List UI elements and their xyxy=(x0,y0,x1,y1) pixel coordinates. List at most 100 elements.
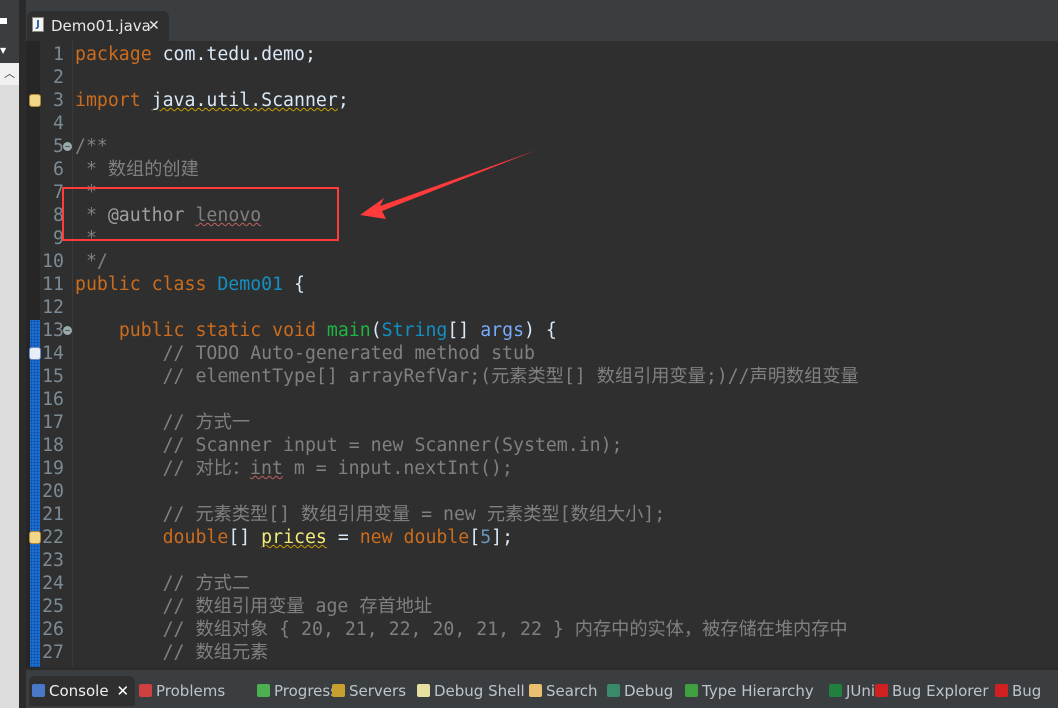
code-line[interactable]: public class Demo01 { xyxy=(75,273,305,296)
code-line[interactable]: // Scanner input = new Scanner(System.in… xyxy=(75,434,623,457)
line-number: 7 xyxy=(53,182,64,203)
code-token: // Scanner input = new Scanner(System.in… xyxy=(75,435,623,456)
tab-demo01-java[interactable]: J Demo01.java ✕ xyxy=(27,11,169,41)
change-indicator xyxy=(30,320,40,667)
code-token: int xyxy=(250,458,283,479)
line-number: 15 xyxy=(42,366,64,387)
tab-type-hierarchy[interactable]: Type Hierarchy xyxy=(682,676,814,706)
debug-shell-icon xyxy=(417,684,430,697)
line-number: 1 xyxy=(53,44,64,65)
code-line[interactable]: // 方式二 xyxy=(75,572,250,595)
minimize-icon[interactable] xyxy=(0,18,7,24)
tab-debug-shell[interactable]: Debug Shell xyxy=(414,676,525,706)
tab-label: Debug Shell xyxy=(434,682,525,700)
search-icon xyxy=(529,684,542,697)
code-line[interactable]: double[] prices = new double[5]; xyxy=(75,526,513,549)
editor-tab-bar: J Demo01.java ✕ xyxy=(26,0,1058,41)
code-token: public xyxy=(75,274,141,295)
view-menu-icon[interactable]: ▼ xyxy=(0,46,6,55)
code-line[interactable]: // TODO Auto-generated method stub xyxy=(75,342,535,365)
code-line[interactable]: * 数组的创建 xyxy=(75,158,199,181)
fold-collapse-icon[interactable]: − xyxy=(63,142,72,151)
line-number: 16 xyxy=(42,389,64,410)
warning-icon[interactable] xyxy=(29,94,41,107)
code-line[interactable]: package com.tedu.demo; xyxy=(75,43,316,66)
line-number: 27 xyxy=(42,642,64,663)
code-line[interactable]: /** xyxy=(75,135,108,158)
annotation-highlight-box xyxy=(62,187,339,241)
line-number: 23 xyxy=(42,550,64,571)
code-line[interactable]: // 方式一 xyxy=(75,411,250,434)
code-line[interactable]: // 数组引用变量 age 存首地址 xyxy=(75,595,432,618)
tab-label: Type Hierarchy xyxy=(702,682,814,700)
code-token: */ xyxy=(75,251,108,272)
line-number: 19 xyxy=(42,458,64,479)
line-number: 6 xyxy=(53,159,64,180)
code-token: ) { xyxy=(524,320,557,341)
tab-console[interactable]: Console ✕ xyxy=(29,676,136,706)
code-token: { xyxy=(283,274,305,295)
warning-icon[interactable] xyxy=(29,531,41,544)
code-line[interactable]: // 数组元素 xyxy=(75,641,269,664)
scroll-up-button[interactable]: ︿ xyxy=(0,63,19,85)
scrollbar[interactable] xyxy=(0,63,19,708)
tab-debug[interactable]: Debug xyxy=(604,676,673,706)
task-icon[interactable] xyxy=(29,347,41,360)
code-token: void xyxy=(272,320,316,341)
code-line[interactable]: public static void main(String[] args) { xyxy=(75,319,557,342)
code-token: // 方式二 xyxy=(75,573,251,594)
line-number: 20 xyxy=(42,481,64,502)
code-token: // TODO Auto-generated method stub xyxy=(75,343,535,364)
code-line[interactable]: import java.util.Scanner; xyxy=(75,89,349,112)
code-token: * 数组的创建 xyxy=(75,159,199,180)
code-token: ; xyxy=(337,90,349,111)
tab-progress[interactable]: Progress xyxy=(254,676,338,706)
line-number: 3 xyxy=(53,90,64,111)
code-token: // elementType[] arrayRefVar;(元素类型[] 数组引… xyxy=(75,366,859,387)
code-editor[interactable]: package com.tedu.demo; import java.util.S… xyxy=(26,41,1058,667)
tab-bug[interactable]: Bug xyxy=(992,676,1041,706)
code-line[interactable]: // 对比：int m = input.nextInt(); xyxy=(75,457,513,480)
code-line[interactable]: // elementType[] arrayRefVar;(元素类型[] 数组引… xyxy=(75,365,859,388)
tab-label: Servers xyxy=(349,682,407,700)
code-line[interactable]: // 数组对象 { 20, 21, 22, 20, 21, 22 } 内存中的实… xyxy=(75,618,848,641)
tab-search[interactable]: Search xyxy=(526,676,598,706)
code-token: // 数组对象 { 20, 21, 22, 20, 21, 22 } 内存中的实… xyxy=(75,619,848,640)
line-number: 14 xyxy=(42,343,64,364)
code-token: [ xyxy=(469,527,481,548)
code-token: [] xyxy=(447,320,481,341)
debug-icon xyxy=(607,684,620,697)
code-token: double xyxy=(403,527,470,548)
code-token: // 数组元素 xyxy=(75,642,269,663)
type-hierarchy-icon xyxy=(685,684,698,697)
code-line[interactable]: // 元素类型[] 数组引用变量 = new 元素类型[数组大小]; xyxy=(75,503,666,526)
tab-bug-explorer[interactable]: Bug Explorer xyxy=(872,676,989,706)
code-token: Demo01 xyxy=(217,274,284,295)
close-icon[interactable]: ✕ xyxy=(117,682,130,700)
tab-problems[interactable]: Problems xyxy=(136,676,225,706)
close-icon[interactable]: ✕ xyxy=(148,11,160,41)
line-number: 11 xyxy=(42,274,64,295)
bug-icon xyxy=(995,684,1008,697)
line-number: 17 xyxy=(42,412,64,433)
code-token: ( xyxy=(370,320,382,341)
code-token: // 元素类型[] 数组引用变量 = new 元素类型[数组大小]; xyxy=(75,504,666,525)
code-token: // 对比： xyxy=(75,458,251,479)
sash[interactable] xyxy=(19,0,26,708)
code-token: args xyxy=(480,320,525,341)
tab-label: Search xyxy=(546,682,598,700)
bug-explorer-icon xyxy=(875,684,888,697)
progress-icon xyxy=(257,684,270,697)
tab-servers[interactable]: Servers xyxy=(329,676,406,706)
code-token: package xyxy=(75,44,152,65)
code-line[interactable]: */ xyxy=(75,250,108,273)
fold-collapse-icon[interactable]: − xyxy=(63,326,72,335)
